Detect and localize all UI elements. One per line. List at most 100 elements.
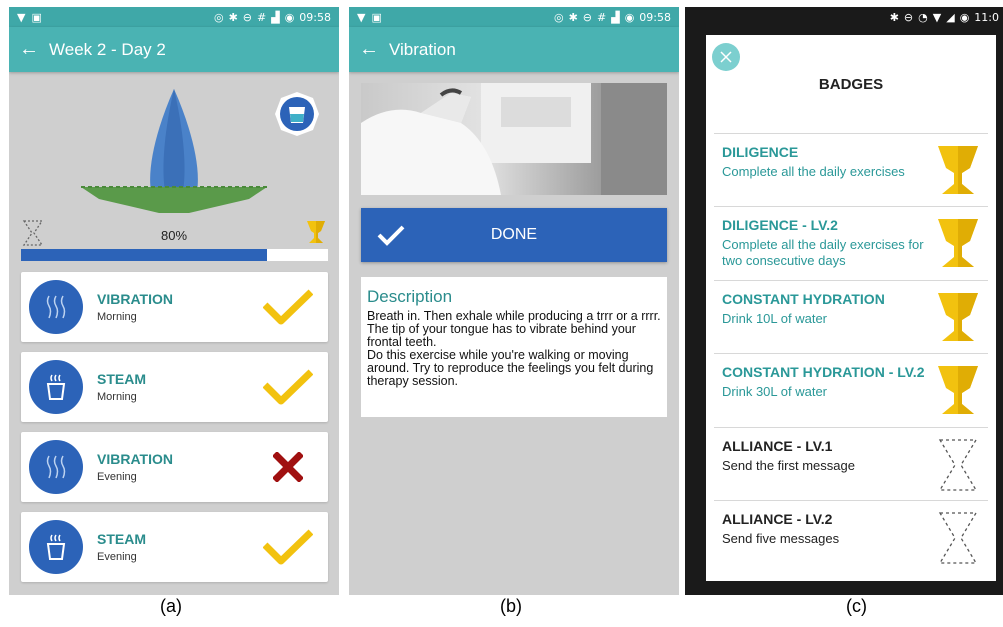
description-title: Description <box>367 287 453 306</box>
vibration-icon <box>29 440 83 494</box>
badge-title: ALLIANCE - LV.2 <box>722 511 833 527</box>
bluetooth-icon: ✱ <box>889 10 899 24</box>
cross-icon <box>258 447 318 487</box>
signal-icon: ▟ <box>611 10 620 24</box>
checkmark-icon <box>258 287 318 327</box>
badge-subtitle: Complete all the daily exercises <box>722 164 905 179</box>
dnd-icon: ⊖ <box>903 10 914 24</box>
close-icon <box>720 51 732 63</box>
badge-title: DILIGENCE - LV.2 <box>722 217 838 233</box>
clock-time: 09:58 <box>299 10 331 24</box>
battery-icon: ◉ <box>624 10 635 24</box>
exercise-card[interactable]: VIBRATION Evening <box>21 432 328 502</box>
exercise-name: STEAM <box>97 371 146 387</box>
badge-subtitle: Send five messages <box>722 531 840 546</box>
exercise-card[interactable]: STEAM Morning <box>21 352 328 422</box>
dialog-title: BADGES <box>818 76 884 93</box>
badge-item: DILIGENCE - LV.2 Complete all the daily … <box>714 206 988 279</box>
badge-item: ALLIANCE - LV.2 Send five messages <box>714 500 988 573</box>
status-bar: ✱ ⊖ ◔ ▼ ◢ ◉ 11:0 <box>685 7 1003 27</box>
screen-badges: ✱ ⊖ ◔ ▼ ◢ ◉ 11:0 BADGES DILIGENCE Comple… <box>685 7 1003 595</box>
exercise-name: VIBRATION <box>97 451 173 467</box>
exercise-time: Evening <box>97 471 137 483</box>
trophy-icon <box>938 219 978 267</box>
dnd-icon: ⊖ <box>582 10 592 24</box>
exercise-time: Evening <box>97 551 137 563</box>
alarm-icon: ◔ <box>918 10 928 24</box>
locked-hourglass-icon <box>938 439 978 491</box>
signal-icon: ◢ <box>946 10 955 24</box>
bluetooth-icon: ✱ <box>228 10 238 24</box>
badge-subtitle: Drink 30L of water <box>722 384 828 399</box>
screen-week-day: ▼ ▣ ◎ ✱ ⊖ # ▟ ◉ 09:58 ← Week 2 - Day 2 8… <box>9 7 339 595</box>
clock-time: 09:58 <box>639 10 671 24</box>
status-bar: ▼ ▣ ◎ ✱ ⊖ # ▟ ◉ 09:58 <box>9 7 339 27</box>
check-icon <box>361 224 421 246</box>
checkmark-icon <box>258 527 318 567</box>
done-button[interactable]: DONE <box>361 208 667 262</box>
badge-item: CONSTANT HYDRATION Drink 10L of water <box>714 280 988 353</box>
exercise-time: Morning <box>97 311 137 323</box>
checkmark-icon <box>258 367 318 407</box>
done-label: DONE <box>490 226 538 243</box>
locked-hourglass-icon <box>938 512 978 564</box>
progress-bar <box>21 249 328 261</box>
battery-icon: ◉ <box>959 10 970 24</box>
trophy-icon <box>938 366 978 414</box>
badge-title: CONSTANT HYDRATION - LV.2 <box>722 364 925 380</box>
nfc-icon: ◎ <box>553 10 564 24</box>
page-title: Week 2 - Day 2 <box>49 39 166 59</box>
wifi-icon: ▼ <box>932 10 942 24</box>
screen-exercise-detail: ▼ ▣ ◎ ✱ ⊖ # ▟ ◉ 09:58 ← Vibration DONE D… <box>349 7 679 595</box>
close-button[interactable] <box>712 43 740 71</box>
clock-time: 11:0 <box>974 10 999 24</box>
badges-dialog: BADGES DILIGENCE Complete all the daily … <box>706 35 996 581</box>
caption-a: (a) <box>160 596 182 616</box>
caption-b: (b) <box>500 596 522 616</box>
badge-title: ALLIANCE - LV.1 <box>722 438 833 454</box>
badge-subtitle: Complete all the daily exercises for two… <box>722 237 924 268</box>
badge-subtitle: Drink 10L of water <box>722 311 828 326</box>
exercise-card[interactable]: STEAM Evening <box>21 512 328 582</box>
exercise-card[interactable]: VIBRATION Morning <box>21 272 328 342</box>
badge-item: DILIGENCE Complete all the daily exercis… <box>714 133 988 206</box>
exercise-time: Morning <box>97 391 137 403</box>
description-card: Description Breath in. Then exhale while… <box>361 277 667 417</box>
battery-icon: ◉ <box>284 10 295 24</box>
bluetooth-icon: ✱ <box>568 10 578 24</box>
image-icon: ▣ <box>371 10 382 24</box>
badge-item: CONSTANT HYDRATION - LV.2 Drink 30L of w… <box>714 353 988 426</box>
dnd-icon: ⊖ <box>242 10 252 24</box>
progress-fill <box>21 249 267 261</box>
steam-cup-icon <box>29 520 83 574</box>
badge-title: CONSTANT HYDRATION <box>722 291 885 307</box>
exercise-video[interactable] <box>361 83 667 195</box>
trophy-icon <box>938 146 978 194</box>
badge-subtitle: Send the first message <box>722 458 855 473</box>
back-arrow-icon[interactable]: ← <box>349 38 389 61</box>
progress-percent: 80% <box>160 228 188 243</box>
chevron-down-icon: ▼ <box>17 10 26 24</box>
signal-icon: ▟ <box>271 10 280 24</box>
image-icon: ▣ <box>31 10 42 24</box>
vibration-icon <box>29 280 83 334</box>
badge-title: DILIGENCE <box>722 144 799 160</box>
description-text: Breath in. Then exhale while producing a… <box>367 309 661 388</box>
water-glass-icon[interactable] <box>274 91 320 137</box>
plant-illustration <box>81 89 267 213</box>
exercise-name: STEAM <box>97 531 146 547</box>
hash-icon: # <box>257 10 267 24</box>
app-bar: ← Week 2 - Day 2 <box>9 27 339 72</box>
exercise-name: VIBRATION <box>97 291 173 307</box>
page-title: Vibration <box>389 39 456 59</box>
steam-cup-icon <box>29 360 83 414</box>
badge-item: ALLIANCE - LV.1 Send the first message <box>714 427 988 500</box>
back-arrow-icon[interactable]: ← <box>9 38 49 61</box>
status-bar: ▼ ▣ ◎ ✱ ⊖ # ▟ ◉ 09:58 <box>349 7 679 27</box>
trophy-icon <box>938 293 978 341</box>
chevron-down-icon: ▼ <box>357 10 366 24</box>
nfc-icon: ◎ <box>213 10 224 24</box>
app-bar: ← Vibration <box>349 27 679 72</box>
caption-c: (c) <box>846 596 867 616</box>
hash-icon: # <box>597 10 607 24</box>
